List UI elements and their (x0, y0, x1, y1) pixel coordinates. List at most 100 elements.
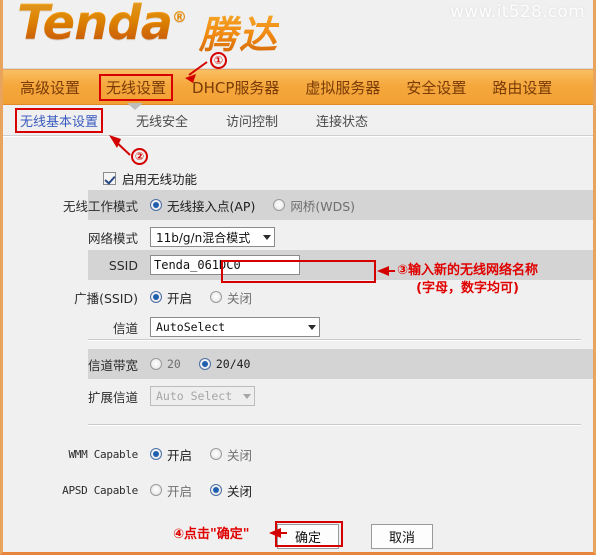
main-navigation: 高级设置 无线设置 DHCP服务器 虚拟服务器 安全设置 路由设置 (3, 69, 593, 105)
apsd-option-off[interactable]: 关闭 (210, 481, 252, 500)
work-mode-label: 无线工作模式 (62, 198, 138, 214)
network-mode-label: 网络模式 (87, 230, 138, 246)
nav-item-dhcp-server[interactable]: DHCP服务器 (187, 76, 284, 99)
network-mode-control: 11b/g/n混合模式 (150, 227, 275, 247)
broadcast-ssid-option-off-label: 关闭 (227, 290, 253, 306)
work-mode-option-ap-label: 无线接入点(AP) (167, 198, 256, 214)
broadcast-ssid-options: 开启 关闭 (150, 288, 270, 307)
apsd-option-off-label: 关闭 (227, 483, 253, 499)
active-tab-caret-icon (127, 103, 143, 110)
wmm-capable-row: WMM Capable 开启 关闭 (3, 440, 270, 468)
ssid-control (150, 255, 300, 275)
apsd-capable-options: 开启 关闭 (150, 481, 270, 500)
radio-broadcast-on-icon[interactable] (150, 291, 162, 303)
channel-control: AutoSelect (150, 317, 320, 337)
nav-item-advanced-settings[interactable]: 高级设置 (15, 76, 85, 99)
channel-bandwidth-row: 信道带宽 20 20/40 (3, 350, 268, 378)
extension-channel-value: Auto Select (156, 389, 233, 403)
radio-wmm-on-icon[interactable] (150, 448, 162, 460)
nav-item-virtual-server[interactable]: 虚拟服务器 (300, 76, 385, 99)
work-mode-row: 无线工作模式 无线接入点(AP) 网桥(WDS) (3, 191, 373, 219)
logo-text: Tenda (17, 0, 173, 51)
chevron-down-icon (308, 324, 316, 330)
work-mode-option-wds-label: 网桥(WDS) (290, 198, 356, 214)
apsd-capable-label: APSD Capable (62, 483, 138, 497)
broadcast-ssid-row: 广播(SSID) 开启 关闭 (3, 283, 270, 311)
annotation-step-2: ② (131, 148, 148, 165)
work-mode-option-ap[interactable]: 无线接入点(AP) (150, 196, 255, 215)
ssid-row: SSID (3, 251, 300, 279)
channel-select[interactable]: AutoSelect (150, 317, 320, 337)
apsd-option-on[interactable]: 开启 (150, 481, 192, 500)
wmm-option-on-label: 开启 (167, 447, 193, 463)
channel-label: 信道 (112, 320, 138, 336)
radio-bandwidth-20-icon[interactable] (150, 358, 162, 370)
annotation-step-1: ① (210, 52, 227, 69)
form-action-buttons: 确定 取消 (277, 522, 433, 550)
sub-navigation: 无线基本设置 无线安全 访问控制 连接状态 (3, 105, 593, 136)
radio-broadcast-off-icon[interactable] (210, 291, 223, 303)
nav-item-security-settings[interactable]: 安全设置 (401, 76, 471, 99)
annotation-step-3-line1: ③输入新的无线网络名称 (397, 263, 539, 278)
broadcast-ssid-label: 广播(SSID) (74, 290, 138, 306)
subtab-wireless-basic-settings[interactable]: 无线基本设置 (14, 107, 104, 133)
nav-item-route-settings[interactable]: 路由设置 (487, 76, 557, 99)
divider-above-wmm (88, 424, 581, 426)
extension-channel-select: Auto Select (150, 386, 255, 406)
wmm-capable-label: WMM Capable (68, 447, 138, 461)
wireless-basic-settings-form: 启用无线功能 无线工作模式 无线接入点(AP) 网桥(WDS) 网络模式 11b… (3, 136, 593, 552)
enable-wireless-label: 启用无线功能 (122, 172, 198, 187)
ok-button[interactable]: 确定 (277, 523, 339, 549)
logo-chinese-name: 腾达 (199, 4, 279, 59)
wmm-option-off[interactable]: 关闭 (210, 445, 252, 464)
site-watermark: www.it528.com (449, 2, 585, 22)
apsd-capable-row: APSD Capable 开启 关闭 (3, 476, 270, 504)
work-mode-options: 无线接入点(AP) 网桥(WDS) (150, 196, 373, 215)
broadcast-ssid-option-on-label: 开启 (167, 290, 193, 306)
annotation-step-3: ③输入新的无线网络名称 (字母，数字均可) (397, 262, 538, 297)
wmm-option-off-label: 关闭 (227, 447, 253, 463)
enable-wireless-row[interactable]: 启用无线功能 (103, 169, 197, 188)
apsd-option-on-label: 开启 (167, 483, 193, 499)
page-header: Tenda® 腾达 www.it528.com (3, 0, 593, 69)
subtab-wireless-security[interactable]: 无线安全 (133, 110, 191, 131)
radio-wds-icon[interactable] (273, 199, 286, 211)
radio-wmm-off-icon[interactable] (210, 448, 223, 460)
radio-apsd-on-icon[interactable] (150, 484, 162, 496)
ssid-label: SSID (108, 257, 138, 273)
annotation-step-4: ④点击"确定" (173, 527, 250, 542)
bandwidth-option-20[interactable]: 20 (150, 357, 181, 371)
network-mode-select[interactable]: 11b/g/n混合模式 (150, 227, 275, 247)
channel-row: 信道 AutoSelect (3, 313, 320, 341)
channel-bandwidth-label: 信道带宽 (87, 357, 138, 373)
annotation-step-3-line2: (字母，数字均可) (416, 280, 519, 296)
extension-channel-control: Auto Select (150, 386, 255, 406)
enable-wireless-checkbox[interactable] (103, 172, 116, 185)
broadcast-ssid-option-on[interactable]: 开启 (150, 288, 192, 307)
tenda-logo: Tenda® (17, 0, 187, 51)
bandwidth-option-2040[interactable]: 20/40 (198, 357, 251, 371)
channel-bandwidth-options: 20 20/40 (150, 357, 268, 371)
network-mode-row: 网络模式 11b/g/n混合模式 (3, 223, 275, 251)
network-mode-value: 11b/g/n混合模式 (156, 230, 251, 245)
registered-mark-icon: ® (172, 8, 187, 26)
work-mode-option-wds[interactable]: 网桥(WDS) (273, 196, 355, 215)
radio-ap-icon[interactable] (150, 199, 162, 211)
extension-channel-label: 扩展信道 (87, 389, 138, 405)
broadcast-ssid-option-off[interactable]: 关闭 (210, 288, 252, 307)
radio-apsd-off-icon[interactable] (210, 484, 223, 496)
bandwidth-option-2040-label: 20/40 (215, 357, 251, 371)
wmm-capable-options: 开启 关闭 (150, 445, 270, 464)
radio-bandwidth-2040-icon[interactable] (198, 358, 211, 370)
cancel-button[interactable]: 取消 (371, 523, 433, 549)
bandwidth-option-20-label: 20 (167, 357, 181, 371)
extension-channel-row: 扩展信道 Auto Select (3, 382, 255, 410)
wmm-option-on[interactable]: 开启 (150, 445, 192, 464)
chevron-down-icon (243, 393, 251, 399)
channel-value: AutoSelect (156, 320, 226, 334)
subtab-connection-status[interactable]: 连接状态 (313, 110, 371, 131)
subtab-access-control[interactable]: 访问控制 (223, 110, 281, 131)
nav-item-wireless-settings[interactable]: 无线设置 (99, 73, 174, 101)
ssid-input[interactable] (150, 255, 300, 275)
chevron-down-icon (263, 234, 271, 240)
